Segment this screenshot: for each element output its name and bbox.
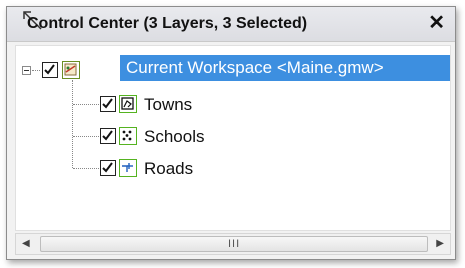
line-layer-icon: [119, 159, 137, 177]
panel-title: Control Center (3 Layers, 3 Selected): [27, 15, 308, 32]
scroll-right-icon[interactable]: ▶: [436, 238, 444, 249]
workspace-label[interactable]: Current Workspace <Maine.gmw>: [120, 55, 450, 81]
horizontal-scrollbar[interactable]: ◀ III ▶: [15, 233, 451, 255]
tree-connector: [32, 70, 40, 71]
check-icon: [44, 64, 55, 75]
roads-checkbox[interactable]: [100, 160, 116, 176]
tree-connector: [73, 136, 99, 137]
tree-connector: [72, 80, 73, 168]
close-button[interactable]: ✕: [428, 12, 445, 34]
layer-label-schools[interactable]: Schools: [144, 127, 204, 147]
scroll-grip: III: [228, 238, 241, 250]
towns-checkbox[interactable]: [100, 96, 116, 112]
layer-label-roads[interactable]: Roads: [144, 159, 193, 179]
layer-tree: Current Workspace <Maine.gmw> Towns Scho…: [15, 45, 451, 231]
check-icon: [102, 130, 113, 141]
workspace-icon: [62, 61, 80, 79]
check-icon: [102, 162, 113, 173]
workspace-checkbox[interactable]: [42, 62, 58, 78]
point-layer-icon: [119, 127, 137, 145]
scroll-left-icon[interactable]: ◀: [22, 238, 30, 249]
schools-checkbox[interactable]: [100, 128, 116, 144]
layer-label-towns[interactable]: Towns: [144, 95, 192, 115]
title-bar[interactable]: Control Center (3 Layers, 3 Selected) ✕: [7, 7, 455, 42]
control-center-panel: Control Center (3 Layers, 3 Selected) ✕ …: [6, 6, 456, 260]
check-icon: [102, 98, 113, 109]
tree-connector: [73, 168, 99, 169]
collapse-toggle[interactable]: [22, 66, 31, 75]
polygon-layer-icon: [119, 95, 137, 113]
scroll-thumb[interactable]: III: [40, 236, 428, 252]
tree-connector: [73, 104, 99, 105]
